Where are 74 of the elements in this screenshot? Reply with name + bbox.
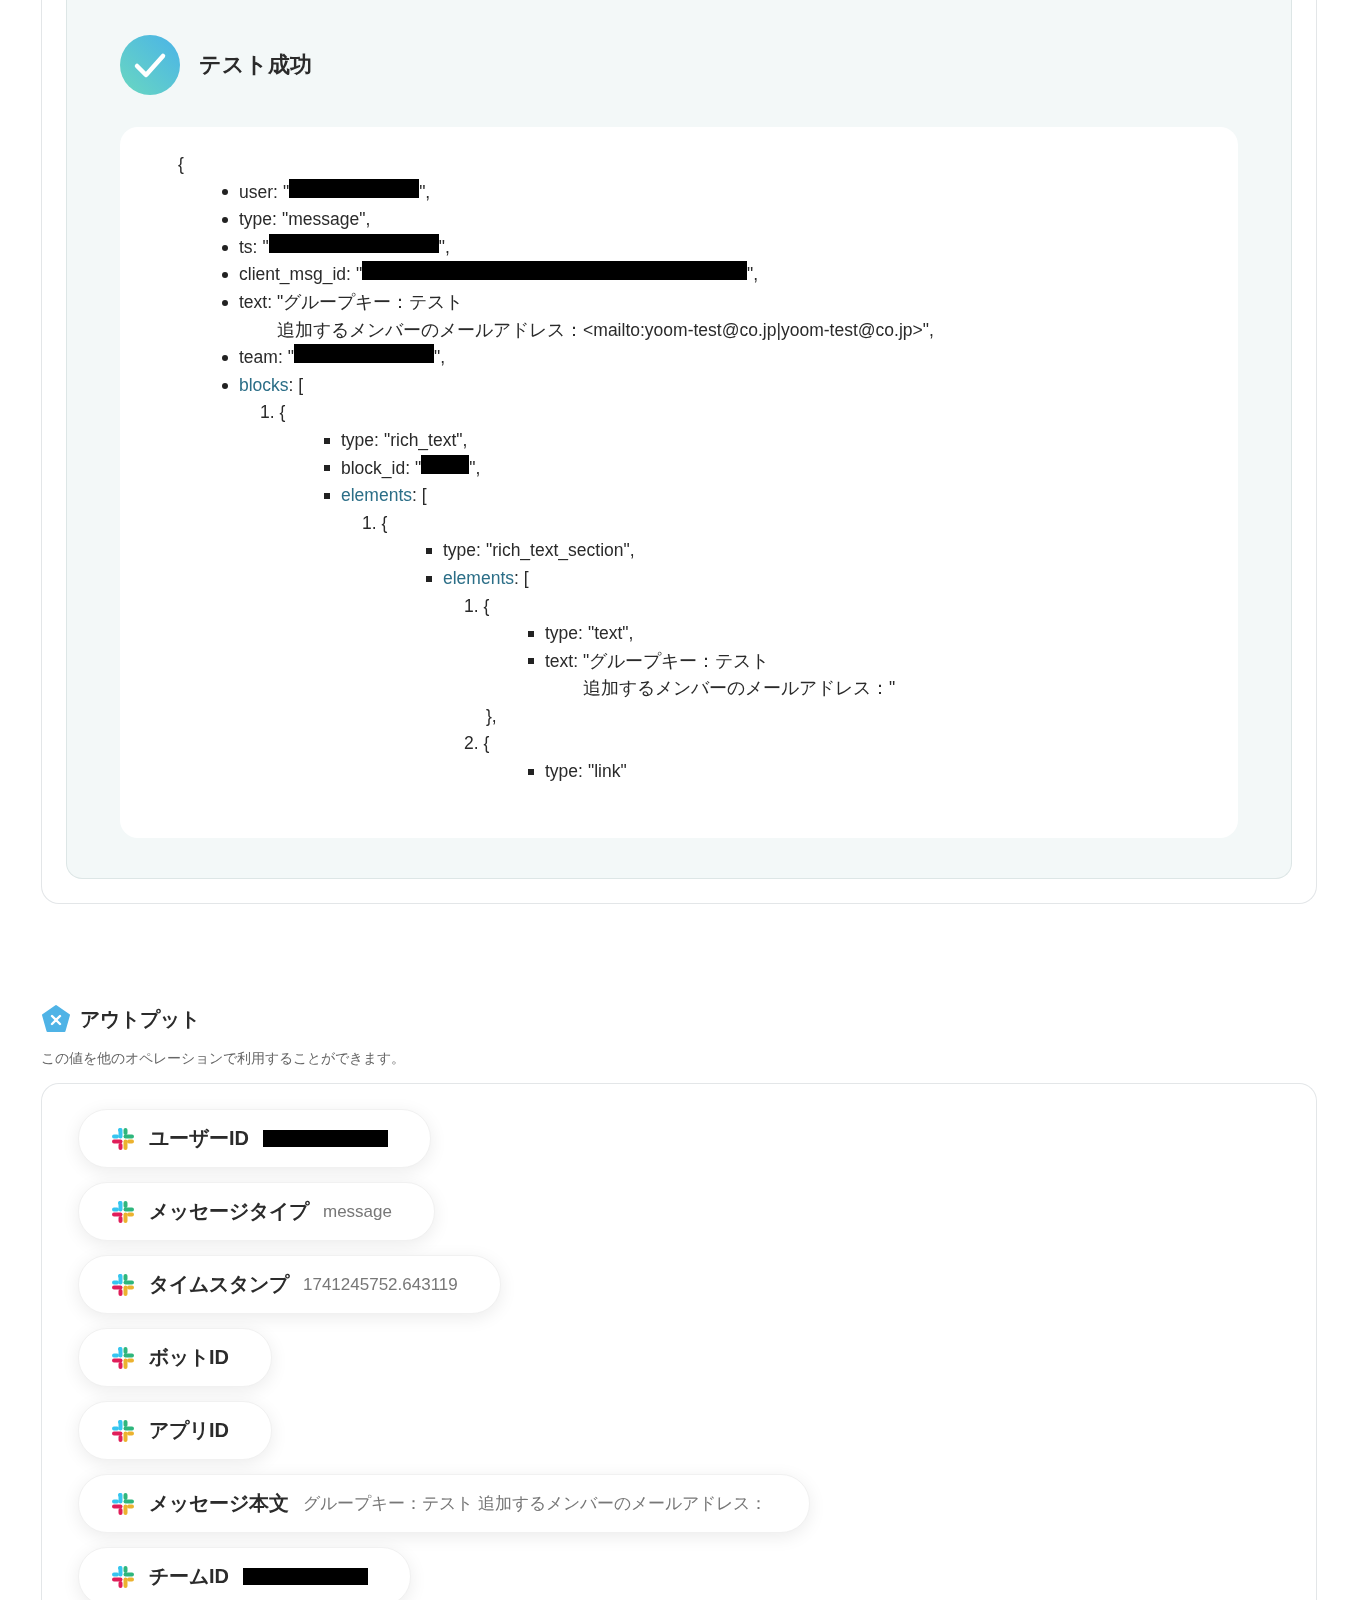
code-value: "link" [587, 760, 627, 784]
bullet-icon [222, 244, 228, 251]
bullet-icon [324, 437, 330, 444]
code-key: ts: [239, 233, 258, 262]
code-key: type: [443, 537, 481, 565]
code-text: 1. { [260, 401, 286, 425]
code-text: elements: [ [341, 484, 427, 508]
code-value: "rich_text", [383, 428, 468, 453]
code-text: }, [485, 704, 497, 728]
bullet-icon [222, 382, 228, 389]
bullet-icon [222, 272, 228, 279]
bullet-icon [222, 189, 228, 196]
slack-icon [111, 1345, 135, 1370]
code-value: "rich_text_section", [485, 539, 635, 563]
code-key: user: [239, 178, 278, 207]
slack-icon [111, 1564, 135, 1589]
output-chip[interactable]: アプリID [78, 1401, 272, 1460]
code-value: 追加するメンバーのメールアドレス：<mailto:yoom-test@co.jp|yoom-test@co.jp>", [277, 318, 934, 342]
code-value: " [262, 235, 269, 259]
code-text: elements: [ [443, 566, 529, 590]
output-chip[interactable]: メッセージタイプ message [78, 1182, 435, 1241]
section-title: アウトプット [80, 1006, 200, 1032]
code-value: "text", [587, 622, 634, 646]
slack-icon [111, 1272, 135, 1297]
code-text: blocks: [ [239, 373, 304, 397]
bullet-icon [222, 354, 228, 361]
bullet-icon [528, 768, 534, 775]
code-key: type: [545, 758, 583, 786]
code-text: 2. { [464, 732, 490, 756]
section-description: この値を他のオペレーションで利用することができます。 [41, 1050, 406, 1068]
output-chip[interactable]: タイムスタンプ 1741245752.643119 [78, 1255, 501, 1314]
code-key: block_id: [341, 454, 411, 483]
code-value: 追加するメンバーのメールアドレス：" [583, 677, 896, 701]
code-value: "グループキー：テスト [583, 649, 771, 673]
code-key: text: [239, 288, 273, 317]
code-key: client_msg_id: [239, 261, 351, 289]
output-chip[interactable]: ユーザーID [78, 1109, 431, 1168]
bullet-icon [528, 658, 534, 665]
code-value: " [415, 456, 422, 480]
code-key: type: [545, 620, 583, 648]
code-text: ", [434, 346, 446, 370]
bullet-icon [324, 492, 330, 499]
code-text: ", [438, 235, 450, 259]
variable-icon [41, 1004, 71, 1034]
code-text: 1. { [464, 594, 490, 618]
bullet-icon [528, 630, 534, 637]
code-key: type: [341, 426, 379, 455]
check-icon [120, 35, 180, 95]
code-value: " [287, 346, 294, 370]
output-chip[interactable]: チームID [78, 1547, 411, 1600]
bullet-icon [426, 575, 432, 582]
code-value: "グループキー：テスト [277, 290, 465, 314]
output-chip[interactable]: メッセージ本文 グループキー：テスト 追加するメンバーのメールアドレス： [78, 1474, 810, 1533]
code-value: " [355, 263, 363, 287]
bullet-icon [426, 548, 432, 555]
code-value: " [282, 180, 290, 204]
code-text: { [178, 153, 184, 176]
code-text: ", [747, 263, 759, 287]
slack-icon [111, 1126, 135, 1151]
bullet-icon [222, 217, 228, 223]
code-text: ", [469, 456, 481, 480]
code-key: type: [239, 206, 277, 234]
code-key: text: [545, 647, 579, 676]
slack-icon [111, 1199, 135, 1224]
code-text: ", [419, 180, 431, 204]
bullet-icon [324, 465, 330, 472]
bullet-icon [222, 299, 228, 306]
code-value: "message", [281, 208, 371, 232]
code-text: 1. { [362, 511, 388, 535]
output-chip[interactable]: ボットID [78, 1328, 272, 1387]
status-title: テスト成功 [199, 51, 312, 79]
slack-icon [111, 1491, 135, 1516]
slack-icon [111, 1418, 135, 1443]
code-key: team: [239, 344, 283, 372]
